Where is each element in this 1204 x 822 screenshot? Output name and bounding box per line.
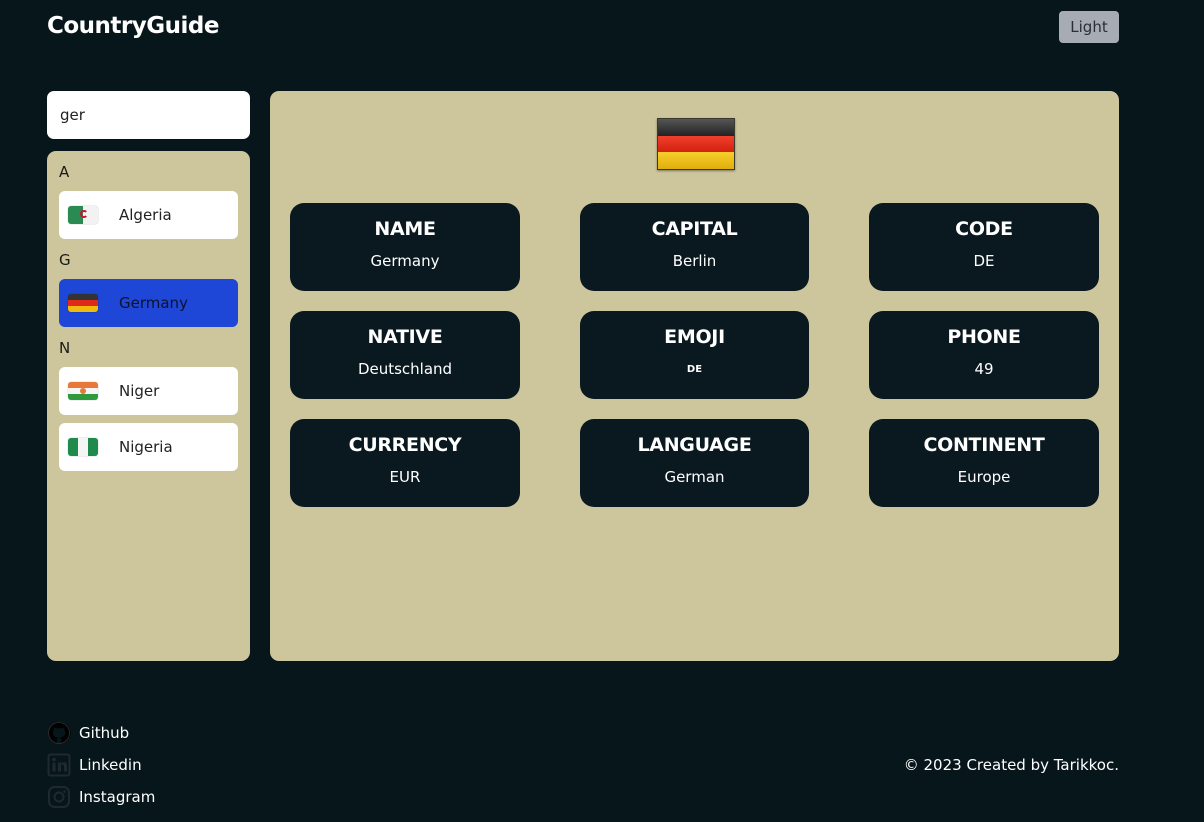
card-title: CAPITAL [651,218,738,240]
country-list: A Algeria G Germany N Niger Nigeria [47,151,250,661]
card-title: PHONE [947,326,1021,348]
linkedin-link[interactable]: Linkedin [47,753,142,777]
country-name: Germany [119,294,188,312]
card-value: 49 [974,360,994,378]
country-item-niger[interactable]: Niger [59,367,238,415]
card-title: CURRENCY [348,434,462,456]
country-name: Nigeria [119,438,173,456]
theme-toggle-button[interactable]: Light [1059,11,1119,43]
github-link[interactable]: Github [47,721,129,745]
linkedin-icon [47,753,71,777]
country-item-algeria[interactable]: Algeria [59,191,238,239]
card-continent: CONTINENT Europe [869,419,1099,507]
country-item-germany[interactable]: Germany [59,279,238,327]
linkedin-label: Linkedin [79,756,142,774]
group-letter-n: N [59,339,71,357]
card-code: CODE DE [869,203,1099,291]
country-name: Algeria [119,206,172,224]
nigeria-flag-icon [68,438,98,456]
card-value: Germany [370,252,440,270]
card-name: NAME Germany [290,203,520,291]
card-title: CONTINENT [923,434,1045,456]
instagram-icon [48,786,70,808]
algeria-flag-icon [68,206,98,224]
card-title: NAME [374,218,436,240]
instagram-label: Instagram [79,788,156,806]
card-title: CODE [955,218,1013,240]
card-currency: CURRENCY EUR [290,419,520,507]
card-value: German [664,468,725,486]
app-title: CountryGuide [47,13,219,39]
germany-flag-icon [657,118,735,170]
germany-flag-icon [68,294,98,312]
country-detail-panel: NAME Germany CAPITAL Berlin CODE DE NATI… [270,91,1119,661]
card-phone: PHONE 49 [869,311,1099,399]
group-letter-a: A [59,163,70,181]
country-item-nigeria[interactable]: Nigeria [59,423,238,471]
card-value: Europe [957,468,1011,486]
card-native: NATIVE Deutschland [290,311,520,399]
card-value: EUR [389,468,421,486]
card-title: LANGUAGE [637,434,752,456]
card-emoji: EMOJI DE [580,311,809,399]
card-title: NATIVE [367,326,443,348]
card-capital: CAPITAL Berlin [580,203,809,291]
github-icon [47,721,71,744]
niger-flag-icon [68,382,98,400]
card-language: LANGUAGE German [580,419,809,507]
group-letter-g: G [59,251,71,269]
github-label: Github [79,724,130,742]
country-name: Niger [119,382,160,400]
copyright-text: © 2023 Created by Tarikkoc. [903,756,1119,774]
card-value: DE [686,364,703,375]
card-value: DE [973,252,995,270]
card-value: Deutschland [357,360,453,378]
card-title: EMOJI [664,326,725,348]
search-input[interactable] [47,91,250,139]
card-value: Berlin [672,252,717,270]
instagram-link[interactable]: Instagram [47,785,155,809]
